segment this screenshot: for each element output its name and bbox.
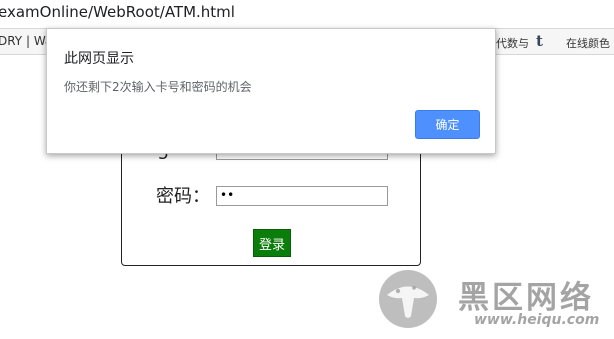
password-input[interactable]: •• [216, 186, 388, 206]
dialog-title: 此网页显示 [64, 51, 134, 67]
watermark: 黑区网络 www.heiqu.com [378, 268, 614, 339]
login-button[interactable]: 登录 [253, 229, 291, 257]
url-text[interactable]: examOnline/WebRoot/ATM.html [0, 3, 235, 21]
watermark-url: www.heiqu.com [474, 312, 600, 328]
bookmark-item-left[interactable]: DRY | Wa [0, 34, 52, 48]
mushroom-logo-icon [379, 270, 437, 328]
bookmark-item-algebra[interactable]: 代数与 [496, 35, 529, 51]
dialog-ok-button[interactable]: 确定 [415, 110, 480, 139]
dialog-message: 你还剩下2次输入卡号和密码的机会 [64, 80, 252, 94]
password-label: 密码： [156, 186, 210, 207]
address-bar[interactable]: examOnline/WebRoot/ATM.html [0, 0, 614, 28]
tumblr-icon[interactable]: t [536, 32, 543, 50]
alert-dialog: 此网页显示 你还剩下2次输入卡号和密码的机会 确定 [46, 28, 496, 154]
bookmark-item-online-color[interactable]: 在线颜色 [566, 35, 610, 51]
watermark-site-name: 黑区网络 [458, 280, 594, 316]
browser-window: examOnline/WebRoot/ATM.html DRY | Wa 代数与… [0, 0, 614, 339]
